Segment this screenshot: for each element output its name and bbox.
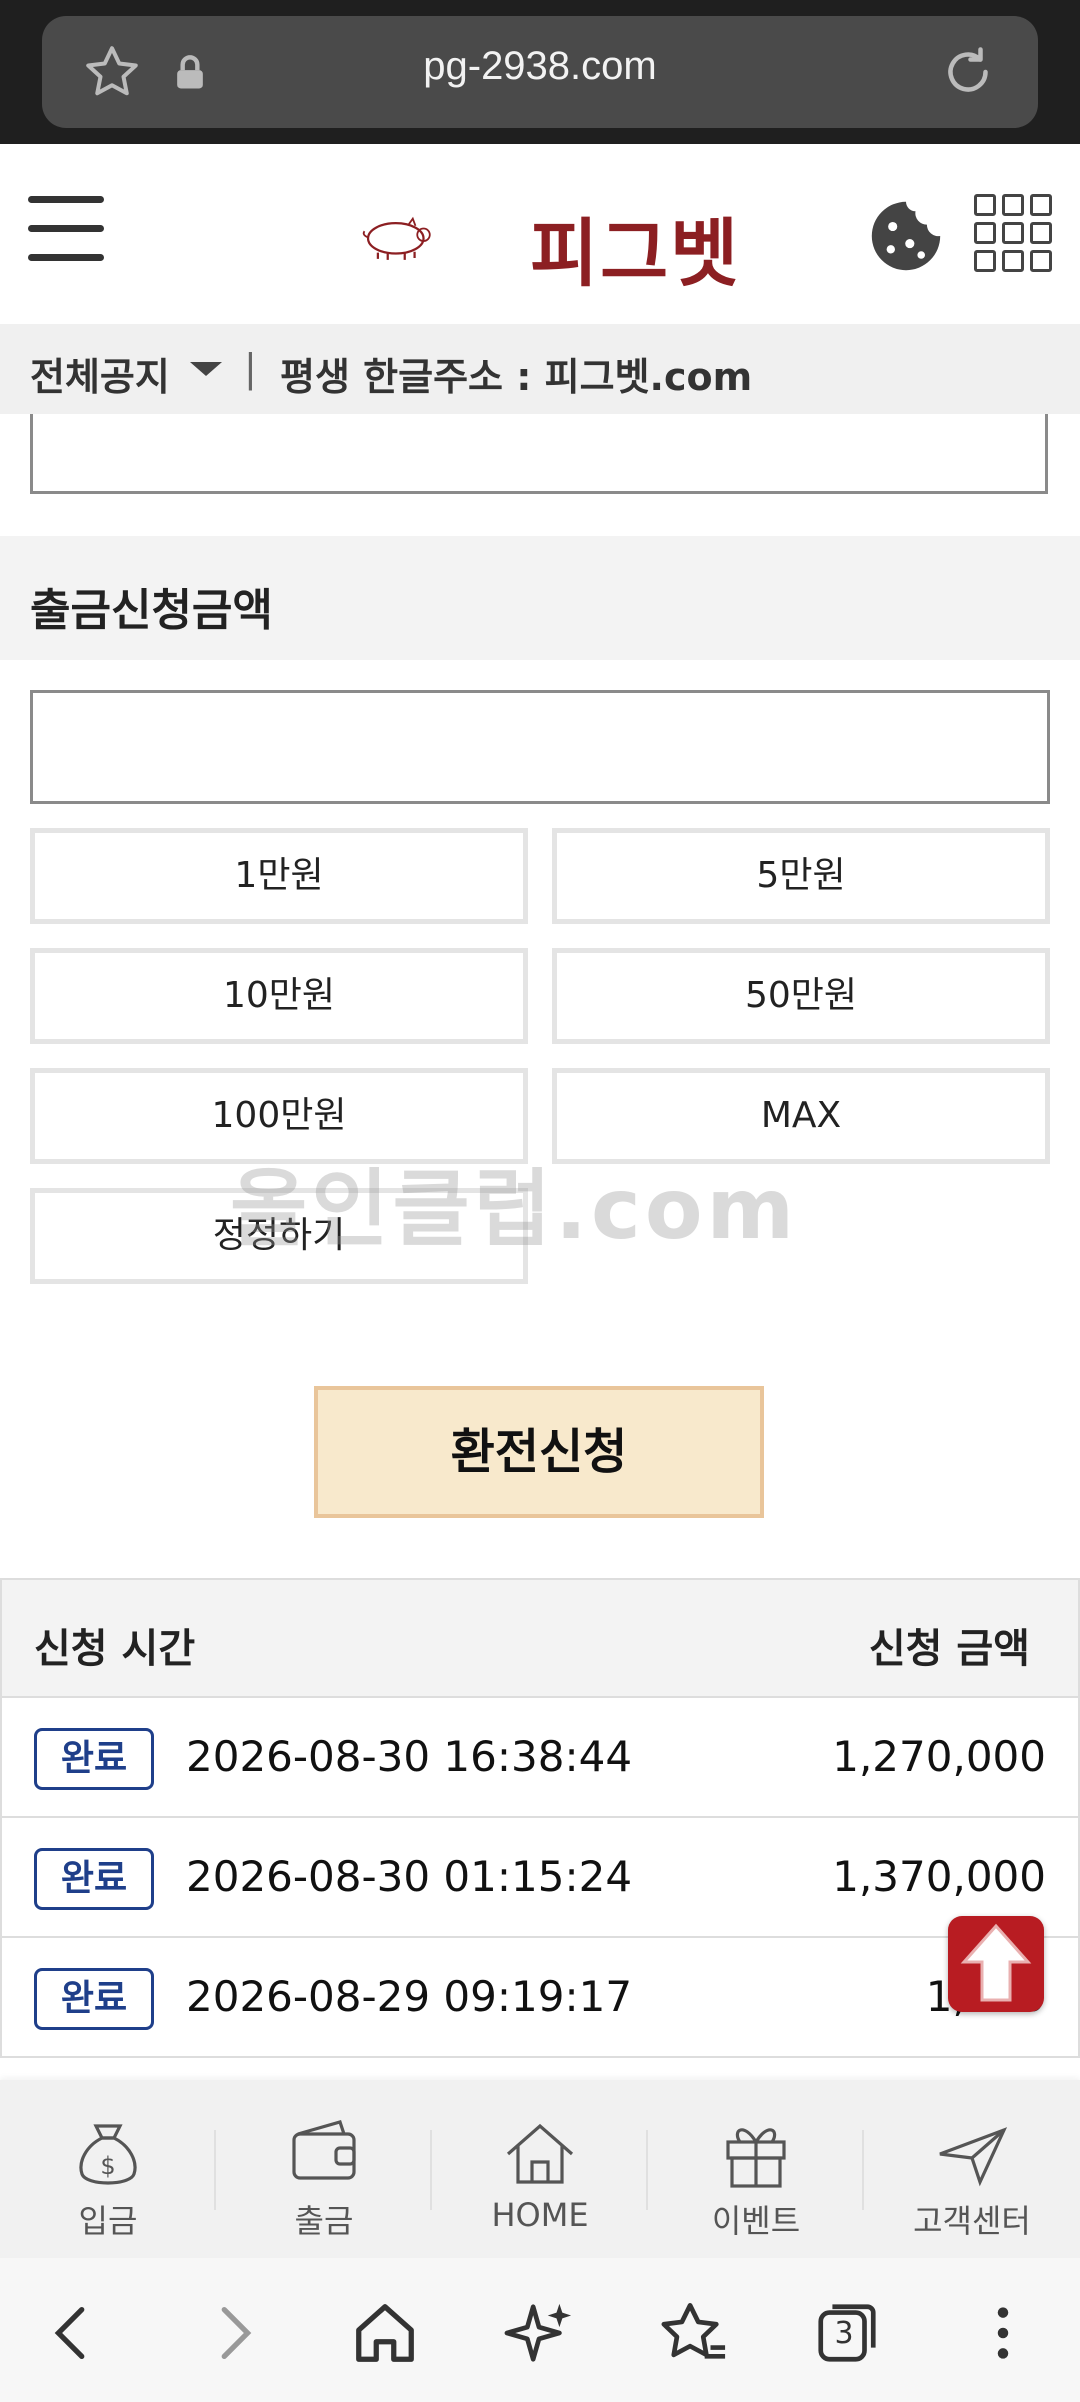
bookmarks-icon[interactable] <box>658 2298 728 2368</box>
reload-icon[interactable] <box>938 42 998 102</box>
svg-text:$: $ <box>100 2152 115 2180</box>
notice-bar: 전체공지 | 평생 한글주소 : 피그벳.com <box>0 324 1080 414</box>
tab-count: 3 <box>834 2316 854 2351</box>
request-amount: 1,270,000 <box>832 1732 1046 1781</box>
tabs-icon[interactable]: 3 <box>812 2298 882 2368</box>
browser-toolbar: 3 <box>0 2258 1080 2402</box>
money-bag-icon: $ <box>79 2124 137 2185</box>
column-request-time: 신청 시간 <box>34 1626 196 1672</box>
bottom-navigation: $ 입금 출금 HOME 이벤트 고객센터 <box>0 2080 1080 2258</box>
nav-label: 출금 <box>294 2202 354 2240</box>
table-row[interactable]: 완료 2026-08-30 16:38:44 1,270,000 <box>0 1698 1080 1818</box>
request-amount: 1,370,000 <box>832 1852 1046 1901</box>
withdraw-amount-label: 출금신청금액 <box>30 585 273 636</box>
browser-url-bar: pg-2938.com <box>0 0 1080 144</box>
column-request-amount: 신청 금액 <box>868 1626 1030 1672</box>
withdraw-amount-section: 출금신청금액 <box>0 536 1080 660</box>
quick-amount-5[interactable]: 5만원 <box>552 828 1050 924</box>
brand-name[interactable]: 피그벳 <box>530 194 740 301</box>
table-header: 신청 시간 신청 금액 <box>0 1578 1080 1698</box>
nav-withdraw[interactable]: 출금 <box>216 2080 432 2258</box>
url-text: pg-2938.com <box>423 44 657 88</box>
cookie-icon[interactable] <box>868 198 944 274</box>
menu-icon[interactable] <box>28 196 108 266</box>
nav-support[interactable]: 고객센터 <box>864 2080 1080 2258</box>
pig-logo[interactable] <box>360 182 530 292</box>
withdraw-amount-input[interactable] <box>30 690 1050 804</box>
wallet-icon <box>292 2120 356 2180</box>
paper-plane-icon <box>939 2127 1008 2187</box>
request-time: 2026-08-29 09:19:17 <box>186 1972 633 2021</box>
forward-icon[interactable] <box>198 2298 268 2368</box>
sparkle-icon[interactable] <box>504 2298 574 2368</box>
scroll-to-top-button[interactable] <box>948 1916 1044 2012</box>
status-badge: 완료 <box>34 1728 154 1790</box>
table-row[interactable]: 완료 2026-08-29 09:19:17 1,260 <box>0 1938 1080 2058</box>
nav-label: HOME <box>491 2196 589 2234</box>
nav-event[interactable]: 이벤트 <box>648 2080 864 2258</box>
nav-home[interactable]: HOME <box>432 2080 648 2258</box>
arrow-up-icon <box>960 1923 1032 2002</box>
chevron-down-icon[interactable] <box>190 362 222 376</box>
status-badge: 완료 <box>34 1968 154 2030</box>
back-icon[interactable] <box>38 2298 108 2368</box>
table-row[interactable]: 완료 2026-08-30 01:15:24 1,370,000 <box>0 1818 1080 1938</box>
status-badge: 완료 <box>34 1848 154 1910</box>
request-time: 2026-08-30 16:38:44 <box>186 1732 633 1781</box>
nav-label: 입금 <box>78 2202 138 2240</box>
quick-amount-1[interactable]: 1만원 <box>30 828 528 924</box>
withdraw-history-table: 신청 시간 신청 금액 완료 2026-08-30 16:38:44 1,270… <box>0 1578 1080 2058</box>
notice-category[interactable]: 전체공지 <box>30 346 170 401</box>
grid-menu-icon[interactable] <box>974 194 1052 272</box>
address-field[interactable]: pg-2938.com <box>42 16 1038 128</box>
exchange-request-button[interactable]: 환전신청 <box>314 1386 764 1518</box>
quick-amount-50[interactable]: 50만원 <box>552 948 1050 1044</box>
previous-field[interactable] <box>30 414 1048 494</box>
notice-separator: | <box>244 346 257 390</box>
request-time: 2026-08-30 01:15:24 <box>186 1852 633 1901</box>
gift-icon <box>726 2128 786 2188</box>
site-header: 피그벳 <box>0 144 1080 324</box>
watermark: 올인클럽.com <box>230 1160 799 1258</box>
nav-label: 이벤트 <box>711 2202 801 2240</box>
more-icon[interactable] <box>968 2298 1038 2368</box>
home-icon <box>506 2123 574 2184</box>
quick-amount-10[interactable]: 10만원 <box>30 948 528 1044</box>
home-icon[interactable] <box>350 2298 420 2368</box>
nav-deposit[interactable]: $ 입금 <box>0 2080 216 2258</box>
nav-label: 고객센터 <box>913 2202 1031 2240</box>
notice-message: 평생 한글주소 : 피그벳.com <box>280 355 753 399</box>
